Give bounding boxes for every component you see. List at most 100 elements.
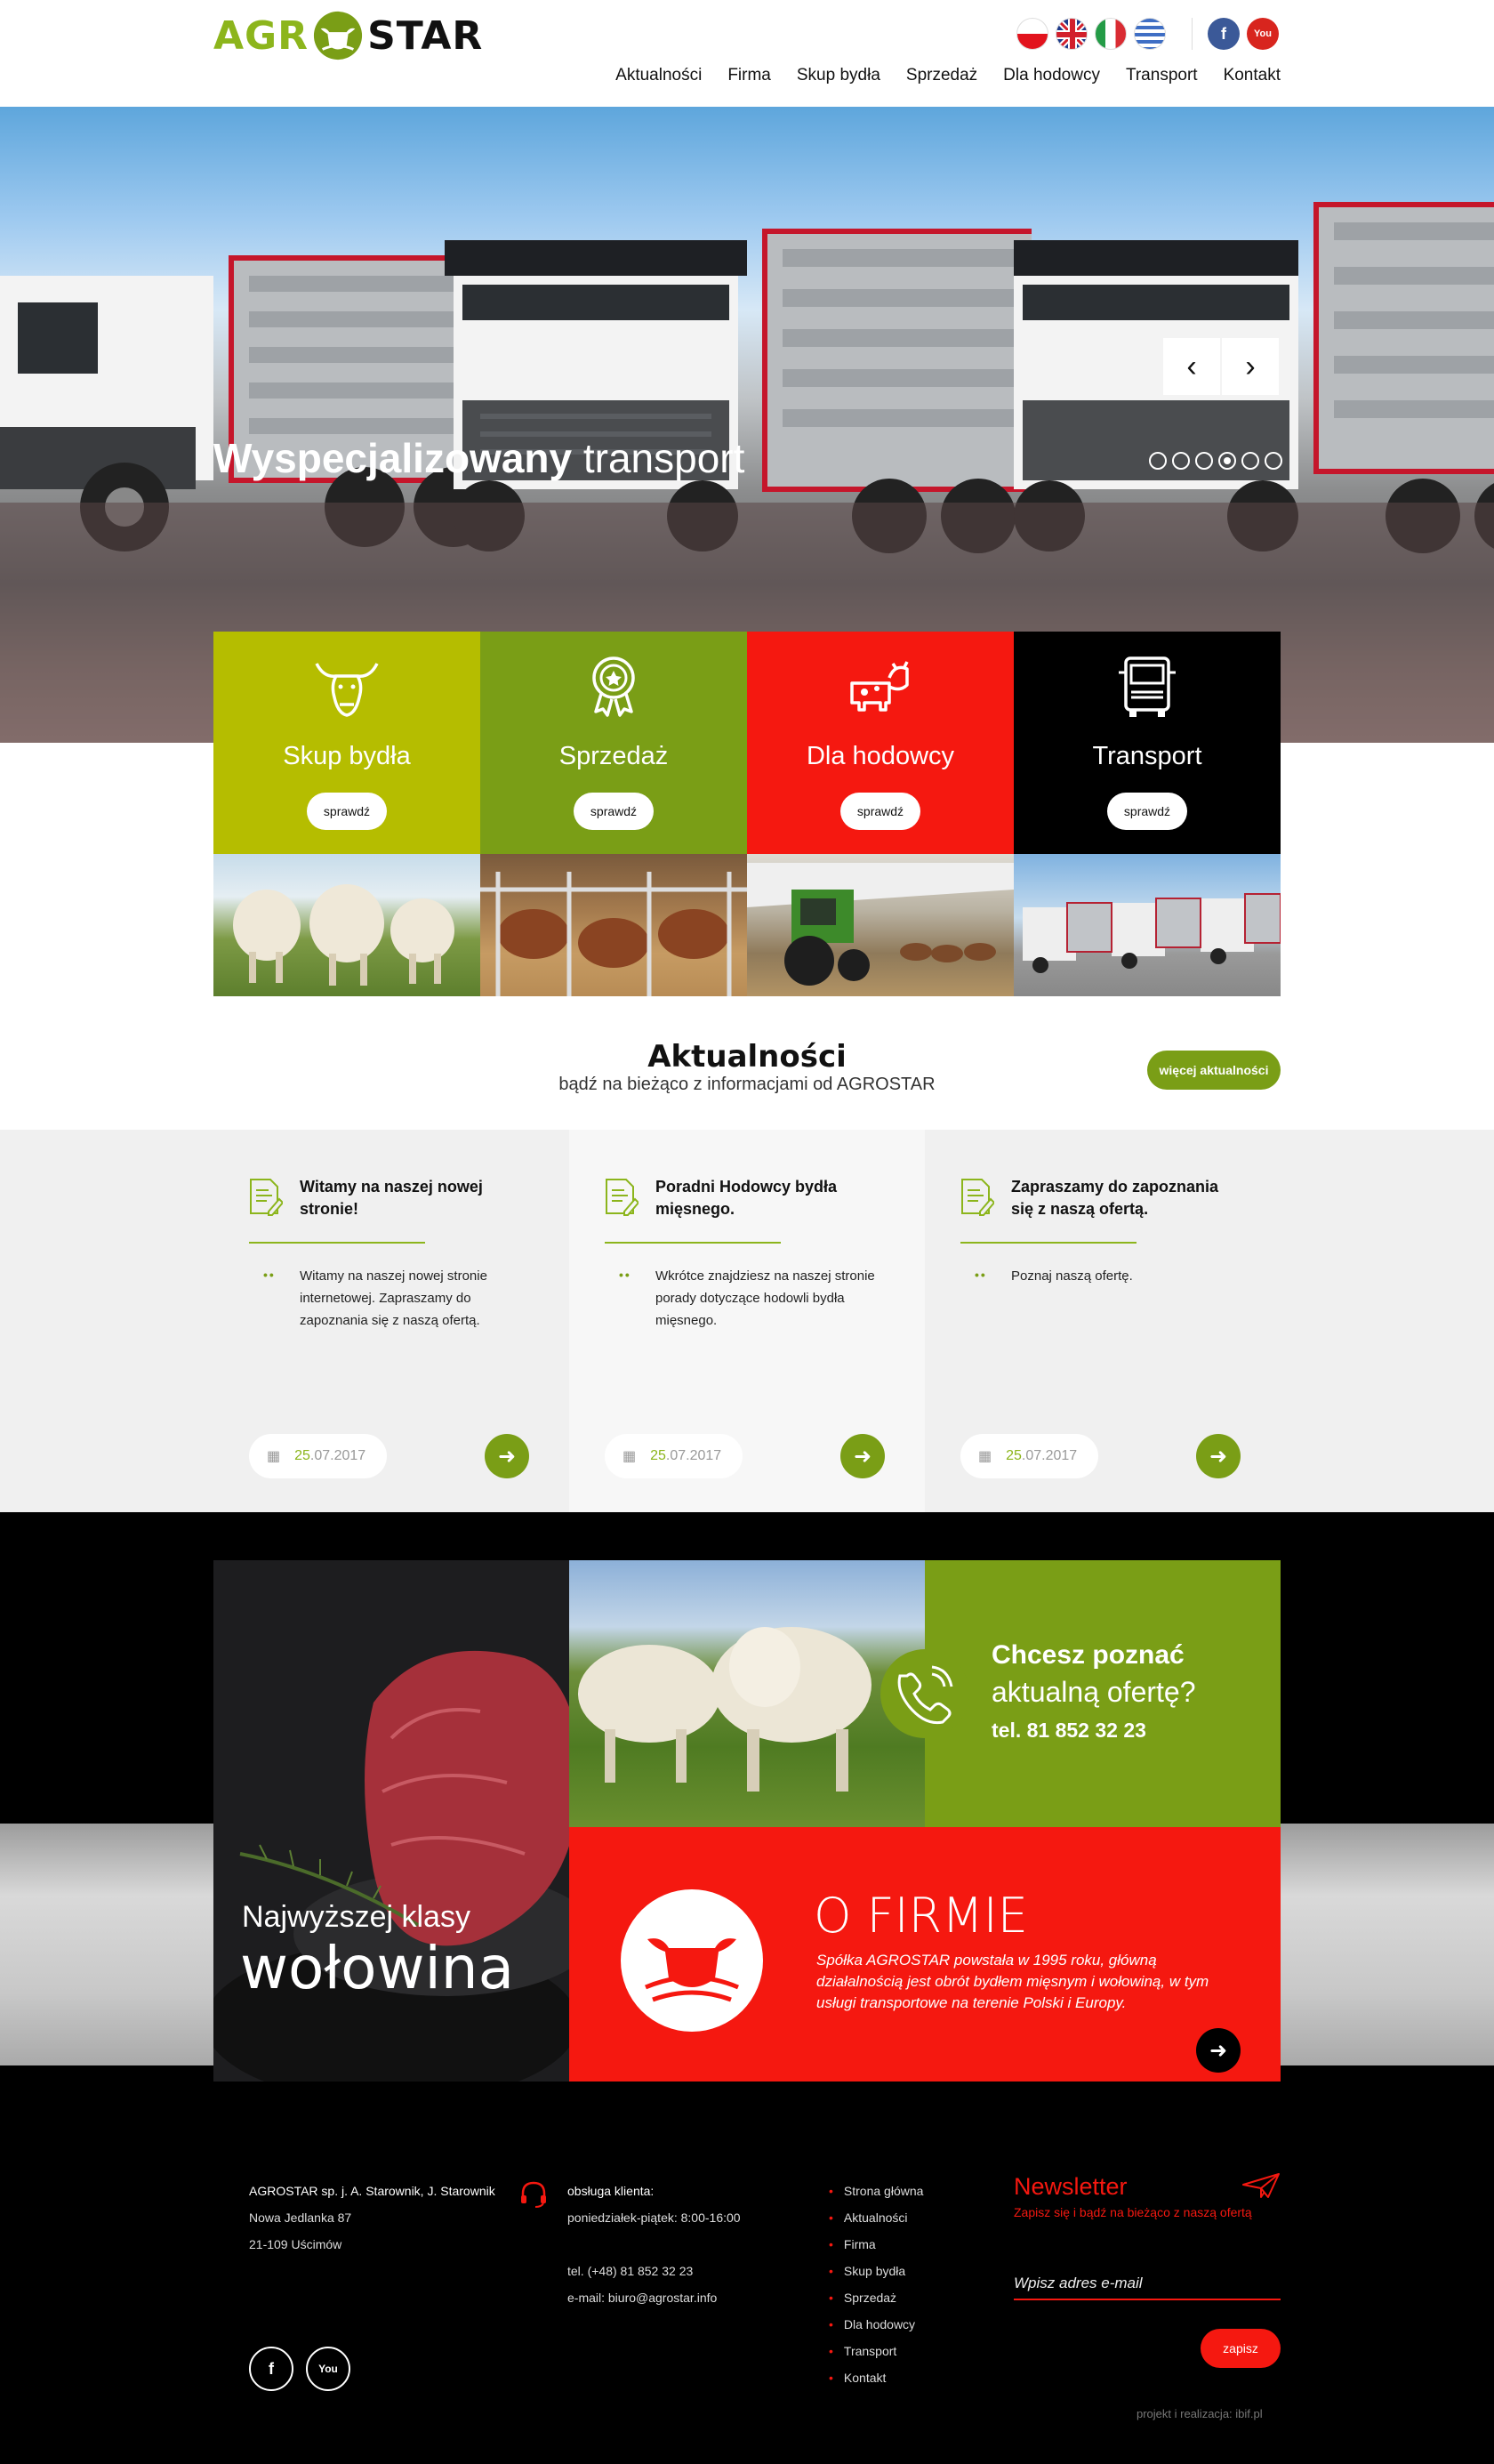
tile-check-button[interactable]: sprawdź — [1107, 793, 1187, 830]
about-text: Spółka AGROSTAR powstała w 1995 roku, gł… — [816, 1952, 1209, 2011]
flag-pl-icon[interactable] — [1016, 18, 1048, 50]
flag-en-icon[interactable] — [1056, 18, 1088, 50]
document-edit-icon — [961, 1179, 994, 1216]
slider-prev-button[interactable]: ‹ — [1163, 338, 1220, 395]
arrow-right-icon: ➜ — [497, 1444, 517, 1469]
nav-kontakt[interactable]: Kontakt — [1224, 66, 1281, 85]
arrow-right-icon: ➜ — [1209, 2038, 1228, 2063]
date-rest: .07.2017 — [1021, 1448, 1078, 1463]
feeding-cattle-photo[interactable] — [480, 854, 747, 996]
truck-icon — [1119, 656, 1176, 717]
hero-title-bold: Wyspecjalizowany — [213, 435, 573, 481]
nav-aktualnosci[interactable]: Aktualności — [615, 66, 702, 85]
youtube-icon[interactable]: You — [1247, 18, 1279, 50]
offer-phone[interactable]: tel. 81 852 32 23 — [992, 1719, 1146, 1743]
footer-social: f You — [249, 2347, 350, 2391]
footer-link[interactable]: Skup bydła — [829, 2258, 923, 2284]
news-card: Poradni Hodowcy bydła mięsnego. •• Wkrót… — [569, 1130, 925, 1512]
newsletter-submit-button[interactable]: zapisz — [1201, 2329, 1281, 2368]
footer-link[interactable]: Transport — [829, 2338, 923, 2364]
footer-credit[interactable]: projekt i realizacja: ibif.pl — [1137, 2407, 1263, 2420]
news-card-divider — [249, 1242, 425, 1244]
document-edit-icon — [250, 1179, 283, 1216]
language-switcher — [1016, 18, 1166, 50]
footer-email[interactable]: e-mail: biuro@agrostar.info — [567, 2284, 741, 2311]
about-title: O FIRMIE — [814, 1888, 1028, 1944]
facebook-icon[interactable]: f — [249, 2347, 293, 2391]
news-card-date: ▦ 25.07.2017 — [249, 1434, 387, 1478]
tile-skup-bydla[interactable]: Skup bydła sprawdź — [213, 632, 480, 854]
tile-sprzedaz[interactable]: Sprzedaż sprawdź — [480, 632, 747, 854]
news-read-more-button[interactable]: ➜ — [1196, 1434, 1241, 1478]
youtube-icon[interactable]: You — [306, 2347, 350, 2391]
news-card-text: Wkrótce znajdziesz na naszej stronie por… — [655, 1268, 875, 1328]
nav-firma[interactable]: Firma — [727, 66, 771, 85]
date-rest: .07.2017 — [309, 1448, 366, 1463]
news-card-title[interactable]: Poradni Hodowcy bydła mięsnego. — [655, 1176, 869, 1220]
footer-link[interactable]: Aktualności — [829, 2204, 923, 2231]
footer-link[interactable]: Strona główna — [829, 2178, 924, 2204]
company-name: AGROSTAR sp. j. A. Starownik, J. Starown… — [249, 2184, 495, 2198]
tile-check-button[interactable]: sprawdź — [574, 793, 654, 830]
tile-check-button[interactable]: sprawdź — [307, 793, 387, 830]
footer-link[interactable]: Firma — [829, 2231, 923, 2258]
tractor-barn-photo[interactable] — [747, 854, 1014, 996]
tile-check-button[interactable]: sprawdź — [840, 793, 920, 830]
cow-icon — [850, 661, 909, 712]
news-card-divider — [605, 1242, 781, 1244]
site-header: AGR STAR f You Aktualności Firma Skup by… — [0, 0, 1494, 107]
company-city: 21-109 Uścimów — [249, 2237, 342, 2251]
logo-text-right: STAR — [367, 12, 484, 59]
tile-label: Transport — [1092, 742, 1202, 770]
arrow-right-icon: ➜ — [1209, 1444, 1228, 1469]
nav-skup-bydla[interactable]: Skup bydła — [797, 66, 880, 85]
nav-sprzedaz[interactable]: Sprzedaż — [906, 66, 977, 85]
news-read-more-button[interactable]: ➜ — [840, 1434, 885, 1478]
main-nav: Aktualności Firma Skup bydła Sprzedaż Dl… — [615, 66, 1281, 85]
phone-circle — [880, 1649, 969, 1738]
slider-dot[interactable] — [1149, 452, 1167, 470]
footer-link[interactable]: Dla hodowcy — [829, 2311, 923, 2338]
news-card-bullet: •• — [975, 1268, 987, 1282]
beef-promo-line1: Najwyższej klasy — [242, 1900, 470, 1934]
newsletter-email-input[interactable] — [1014, 2268, 1281, 2300]
cattle-photo[interactable] — [213, 854, 480, 996]
headset-icon — [521, 2181, 546, 2208]
slider-dot[interactable] — [1172, 452, 1190, 470]
bull-emblem-icon — [621, 1889, 763, 2032]
slider-dot[interactable] — [1195, 452, 1213, 470]
news-card-title[interactable]: Witamy na naszej nowej stronie! — [300, 1176, 513, 1220]
news-read-more-button[interactable]: ➜ — [485, 1434, 529, 1478]
news-card-date: ▦ 25.07.2017 — [960, 1434, 1098, 1478]
facebook-icon[interactable]: f — [1208, 18, 1240, 50]
footer-phone[interactable]: tel. (+48) 81 852 32 23 — [567, 2258, 741, 2284]
nav-transport[interactable]: Transport — [1126, 66, 1198, 85]
slider-next-button[interactable]: › — [1222, 338, 1279, 395]
date-rest: .07.2017 — [665, 1448, 722, 1463]
slider-dot-active[interactable] — [1218, 452, 1236, 470]
document-edit-icon — [606, 1179, 639, 1216]
about-more-button[interactable]: ➜ — [1196, 2028, 1241, 2073]
news-card-title[interactable]: Zapraszamy do zapoznania się z naszą ofe… — [1011, 1176, 1225, 1220]
calendar-icon: ▦ — [267, 1449, 281, 1464]
date-day: 25 — [650, 1448, 666, 1463]
flag-it-icon[interactable] — [1095, 18, 1127, 50]
company-street: Nowa Jedlanka 87 — [249, 2210, 352, 2225]
slider-dot[interactable] — [1241, 452, 1259, 470]
flag-gr-icon[interactable] — [1134, 18, 1166, 50]
news-card: Witamy na naszej nowej stronie! •• Witam… — [213, 1130, 569, 1512]
tile-label: Dla hodowcy — [806, 742, 955, 770]
chevron-left-icon: ‹ — [1186, 349, 1197, 383]
footer-links: Strona główna Aktualności Firma Skup byd… — [829, 2178, 924, 2391]
tile-transport[interactable]: Transport sprawdź — [1014, 632, 1281, 854]
trucks-photo[interactable] — [1014, 854, 1281, 996]
footer-link[interactable]: Sprzedaż — [829, 2284, 923, 2311]
news-card: Zapraszamy do zapoznania się z naszą ofe… — [925, 1130, 1281, 1512]
footer-link[interactable]: Kontakt — [829, 2364, 923, 2391]
nav-dla-hodowcy[interactable]: Dla hodowcy — [1003, 66, 1100, 85]
site-logo[interactable]: AGR STAR — [213, 7, 483, 64]
more-news-button[interactable]: więcej aktualności — [1147, 1051, 1281, 1090]
tile-dla-hodowcy[interactable]: Dla hodowcy sprawdź — [747, 632, 1014, 854]
slider-dot[interactable] — [1265, 452, 1282, 470]
offer-subheading: aktualną ofertę? — [992, 1676, 1196, 1708]
